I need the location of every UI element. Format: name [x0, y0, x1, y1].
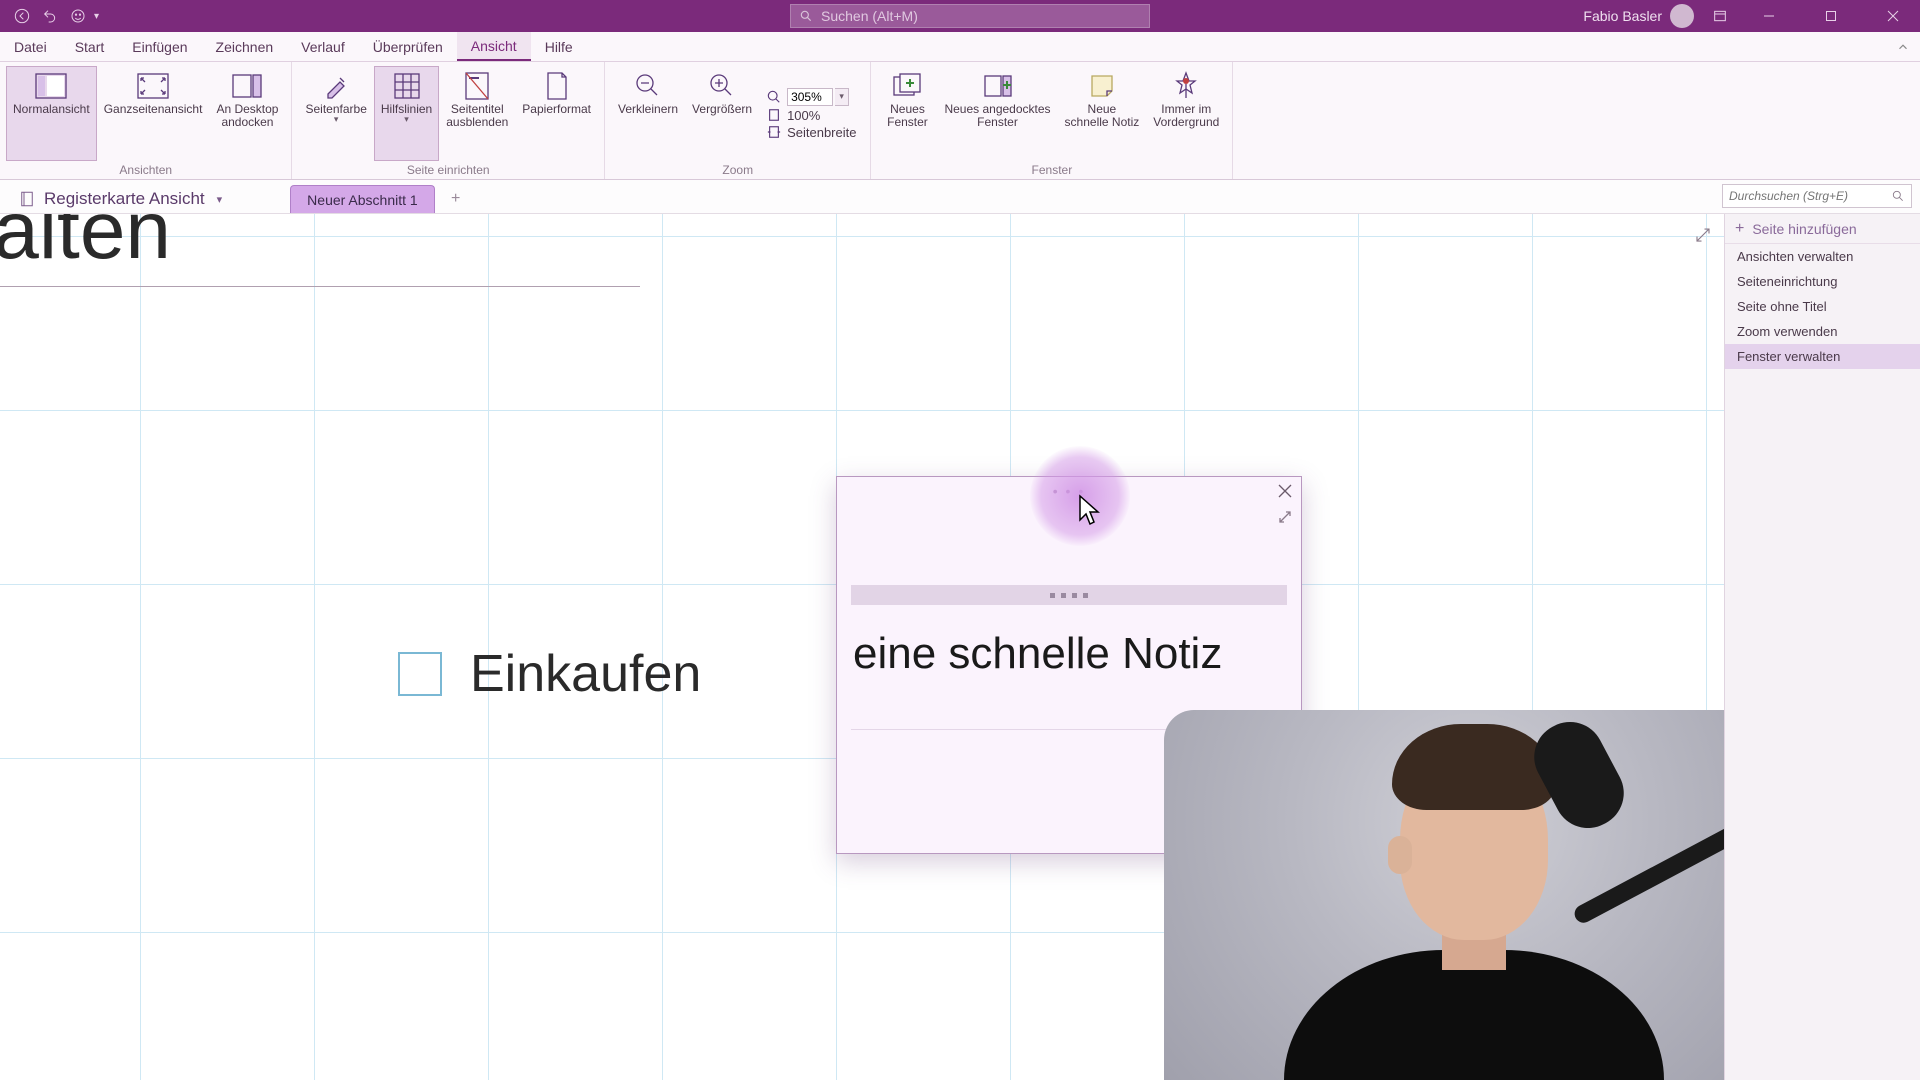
- hide-title-icon: [459, 71, 495, 101]
- nav-back-icon[interactable]: [12, 6, 32, 26]
- close-window-button[interactable]: [1870, 0, 1916, 32]
- chevron-down-icon: ▾: [217, 193, 223, 206]
- group-label-seite-einrichten: Seite einrichten: [298, 161, 598, 177]
- gridlines-icon: [389, 71, 425, 101]
- btn-zoom-100[interactable]: 100%: [767, 108, 856, 123]
- undo-icon[interactable]: [40, 6, 60, 26]
- minimize-button[interactable]: [1746, 0, 1792, 32]
- zoom-level-field[interactable]: ▾: [767, 88, 856, 106]
- new-window-icon: [889, 71, 925, 101]
- btn-ganzseitenansicht[interactable]: Ganzseitenansicht: [97, 66, 210, 161]
- account-button[interactable]: Fabio Basler: [1583, 4, 1694, 28]
- title-bar: ▾ Fenster verwalten - OneNote Suchen (Al…: [0, 0, 1920, 32]
- btn-seitenbreite[interactable]: Seitenbreite: [767, 125, 856, 140]
- section-tab[interactable]: Neuer Abschnitt 1: [290, 185, 435, 213]
- user-name: Fabio Basler: [1583, 8, 1662, 24]
- page-list-panel: + Seite hinzufügen Ansichten verwalten S…: [1724, 214, 1920, 1080]
- page-list-item[interactable]: Fenster verwalten: [1725, 344, 1920, 369]
- quick-note-close-button[interactable]: [1275, 481, 1295, 501]
- page-search-input[interactable]: [1729, 189, 1891, 203]
- notebook-dropdown[interactable]: Registerkarte Ansicht ▾: [8, 185, 232, 213]
- always-on-top-icon: [1168, 71, 1204, 101]
- btn-neues-fenster[interactable]: Neues Fenster: [877, 66, 937, 161]
- dropdown-indicator-icon: ▾: [334, 114, 339, 125]
- page-width-icon: [767, 125, 781, 139]
- group-label-fenster: Fenster: [877, 161, 1226, 177]
- webcam-overlay: [1164, 710, 1724, 1080]
- page-color-icon: [318, 71, 354, 101]
- btn-seitenfarbe[interactable]: Seitenfarbe ▾: [298, 66, 373, 161]
- page-list-item[interactable]: Ansichten verwalten: [1725, 244, 1920, 269]
- search-icon: [1891, 189, 1905, 203]
- menu-ueberpruefen[interactable]: Überprüfen: [359, 32, 457, 61]
- menu-start[interactable]: Start: [61, 32, 119, 61]
- menu-einfuegen[interactable]: Einfügen: [118, 32, 201, 61]
- note-container-handle[interactable]: [851, 585, 1287, 605]
- plus-icon: +: [1735, 220, 1744, 238]
- search-icon: [799, 9, 813, 23]
- normal-view-icon: [33, 71, 69, 101]
- btn-verkleinern[interactable]: Verkleinern: [611, 66, 685, 161]
- maximize-button[interactable]: [1808, 0, 1854, 32]
- btn-normalansicht[interactable]: Normalansicht: [6, 66, 97, 161]
- btn-neues-angedocktes-fenster[interactable]: Neues angedocktes Fenster: [937, 66, 1057, 161]
- todo-item[interactable]: Einkaufen: [398, 644, 701, 704]
- collapse-ribbon-icon[interactable]: [1886, 32, 1920, 61]
- btn-an-desktop-andocken[interactable]: An Desktop andocken: [209, 66, 285, 161]
- zoom-out-icon: [630, 71, 666, 101]
- zoom-dropdown-icon[interactable]: ▾: [835, 88, 849, 106]
- page-title[interactable]: r verwalten: [0, 214, 640, 287]
- touch-mode-icon[interactable]: [68, 6, 88, 26]
- group-label-zoom: Zoom: [611, 161, 864, 177]
- global-search-placeholder: Suchen (Alt+M): [821, 8, 918, 24]
- page-icon: [767, 108, 781, 122]
- new-docked-window-icon: [980, 71, 1016, 101]
- menu-zeichnen[interactable]: Zeichnen: [202, 32, 288, 61]
- global-search[interactable]: Suchen (Alt+M): [790, 4, 1150, 28]
- todo-checkbox[interactable]: [398, 652, 442, 696]
- btn-papierformat[interactable]: Papierformat: [515, 66, 598, 161]
- avatar: [1670, 4, 1694, 28]
- page-list-item[interactable]: Zoom verwenden: [1725, 319, 1920, 344]
- menu-verlauf[interactable]: Verlauf: [287, 32, 359, 61]
- btn-vergroessern[interactable]: Vergrößern: [685, 66, 759, 161]
- fullpage-view-icon: [135, 71, 171, 101]
- quick-note-expand-button[interactable]: [1275, 507, 1295, 527]
- group-label-ansichten: Ansichten: [6, 161, 285, 177]
- quick-note-icon: [1084, 71, 1120, 101]
- page-list-item[interactable]: Seiteneinrichtung: [1725, 269, 1920, 294]
- menu-datei[interactable]: Datei: [0, 32, 61, 61]
- page-search[interactable]: [1722, 184, 1912, 208]
- drag-handle-icon: • • •: [1053, 483, 1085, 499]
- dock-desktop-icon: [229, 71, 265, 101]
- paper-size-icon: [539, 71, 575, 101]
- zoom-in-icon: [704, 71, 740, 101]
- btn-seitentitel-ausblenden[interactable]: Seitentitel ausblenden: [439, 66, 515, 161]
- zoom-icon: [767, 90, 781, 104]
- ribbon-display-options-icon[interactable]: [1710, 6, 1730, 26]
- menu-ansicht[interactable]: Ansicht: [457, 32, 531, 61]
- notebook-nav: Registerkarte Ansicht ▾ Neuer Abschnitt …: [0, 180, 1920, 214]
- btn-hilfslinien[interactable]: Hilfslinien ▾: [374, 66, 439, 161]
- page-list-item[interactable]: Seite ohne Titel: [1725, 294, 1920, 319]
- todo-text: Einkaufen: [470, 644, 701, 704]
- menu-hilfe[interactable]: Hilfe: [531, 32, 587, 61]
- btn-neue-schnelle-notiz[interactable]: Neue schnelle Notiz: [1058, 66, 1147, 161]
- btn-immer-im-vordergrund[interactable]: Immer im Vordergrund: [1146, 66, 1226, 161]
- zoom-input[interactable]: [787, 88, 833, 106]
- quick-note-text[interactable]: eine schnelle Notiz: [847, 615, 1291, 693]
- page-canvas[interactable]: r verwalten Einkaufen • • • eine schnell…: [0, 214, 1724, 1080]
- add-section-button[interactable]: +: [445, 188, 467, 210]
- quick-note-titlebar[interactable]: • • •: [837, 477, 1301, 505]
- menu-bar: Datei Start Einfügen Zeichnen Verlauf Üb…: [0, 32, 1920, 62]
- ribbon-ansicht: Normalansicht Ganzseitenansicht An Deskt…: [0, 62, 1920, 180]
- dropdown-indicator-icon: ▾: [404, 114, 409, 125]
- add-page-button[interactable]: + Seite hinzufügen: [1725, 214, 1920, 244]
- notebook-icon: [18, 190, 36, 208]
- qat-customize-icon[interactable]: ▾: [94, 11, 99, 22]
- expand-page-icon[interactable]: [1694, 226, 1712, 249]
